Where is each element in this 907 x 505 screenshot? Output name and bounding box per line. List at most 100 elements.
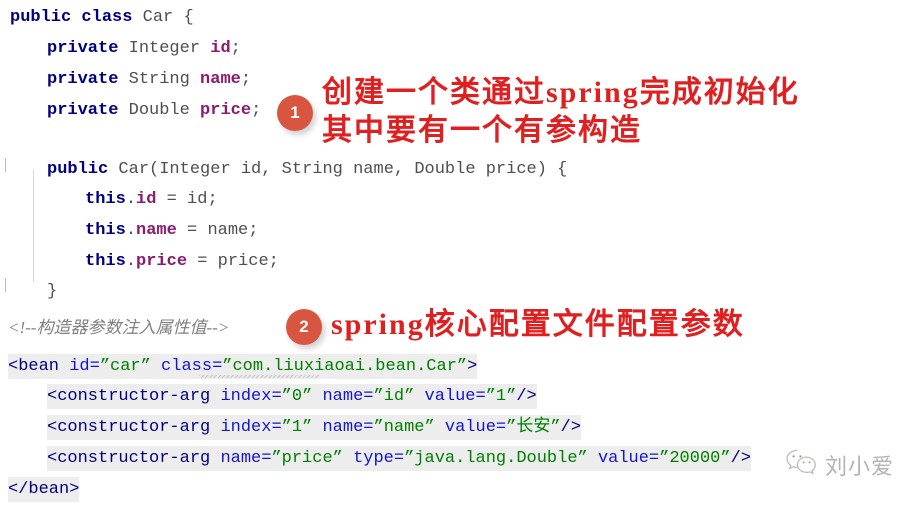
semicolon: ; bbox=[240, 70, 252, 89]
param-type-double: Double bbox=[414, 160, 476, 179]
quote: ” bbox=[99, 357, 111, 376]
annotation-text-1-line-1: 创建一个类通过spring完成初始化 bbox=[322, 76, 800, 109]
constructor-arg-tag: <constructor-arg bbox=[47, 449, 211, 468]
dot: . bbox=[125, 190, 137, 209]
equals: = bbox=[393, 449, 405, 468]
semicolon: ; bbox=[251, 101, 262, 120]
dot: . bbox=[125, 221, 137, 240]
gt: > bbox=[467, 357, 478, 376]
param-name: name bbox=[207, 221, 249, 240]
quote: ” bbox=[506, 418, 517, 437]
quote: ” bbox=[373, 418, 384, 437]
quote: ” bbox=[506, 387, 517, 406]
annotation-badge-2-number: 2 bbox=[299, 317, 309, 336]
value-changan: 长安 bbox=[516, 418, 551, 437]
attr-value: value bbox=[444, 418, 496, 437]
quote: ” bbox=[281, 387, 292, 406]
quote: ” bbox=[281, 418, 292, 437]
attr-index: index bbox=[220, 387, 272, 406]
xml-line-highlight: </bean> bbox=[8, 477, 80, 502]
annotation-text-2-line-1: spring核心配置文件配置参数 bbox=[331, 308, 745, 341]
dot: . bbox=[125, 252, 137, 271]
keyword-this: this bbox=[85, 252, 126, 271]
annotation-badge-2: 2 bbox=[286, 309, 322, 345]
watermark-text: 刘小爱 bbox=[825, 453, 895, 479]
quote: ” bbox=[404, 387, 415, 406]
quote: ” bbox=[659, 449, 670, 468]
constructor-arg-tag: <constructor-arg bbox=[47, 418, 211, 437]
type-integer: Integer bbox=[128, 39, 201, 58]
keyword-private: private bbox=[47, 70, 119, 89]
code-line-class-declaration: public class Car { bbox=[10, 8, 194, 28]
xml-line-constructor-arg-0: <constructor-arg index=”0” name=”id” val… bbox=[47, 384, 537, 409]
equals: = bbox=[648, 449, 660, 468]
indent-guide bbox=[33, 170, 34, 282]
xml-line-highlight: <constructor-arg name=”price” type=”java… bbox=[47, 446, 751, 471]
equals-sign: = bbox=[166, 190, 177, 209]
attr-type: type bbox=[353, 449, 394, 468]
field-price: price bbox=[200, 101, 252, 120]
value-index-1: 1 bbox=[291, 418, 303, 437]
code-line-field-id: private Integer id; bbox=[47, 39, 241, 59]
attr-name: name bbox=[322, 418, 364, 437]
value-name-name: name bbox=[383, 418, 425, 437]
xml-line-constructor-arg-1: <constructor-arg index=”1” name=”name” v… bbox=[47, 415, 581, 440]
class-name-car: Car bbox=[142, 8, 174, 27]
type-double: Double bbox=[128, 101, 190, 120]
field-id: id bbox=[136, 190, 157, 209]
type-string: String bbox=[128, 70, 190, 89]
param-price: price bbox=[217, 252, 269, 271]
value-index-0: 0 bbox=[291, 387, 303, 406]
code-line-field-name: private String name; bbox=[47, 70, 251, 90]
param-name: name bbox=[353, 160, 394, 179]
xml-line-highlight: <constructor-arg index=”0” name=”id” val… bbox=[47, 384, 537, 409]
annotation-text-1-line-2: 其中要有一个有参构造 bbox=[322, 114, 642, 147]
quote: ” bbox=[424, 418, 435, 437]
equals-sign: = bbox=[197, 252, 208, 271]
keyword-class: class bbox=[81, 8, 133, 27]
equals: = bbox=[261, 449, 272, 468]
quote: ” bbox=[332, 449, 343, 468]
field-price: price bbox=[136, 252, 188, 271]
semicolon: ; bbox=[230, 39, 241, 58]
comma: , bbox=[393, 160, 405, 179]
screenshot-canvas: public class Car { private Integer id; p… bbox=[0, 0, 907, 505]
keyword-private: private bbox=[47, 39, 119, 58]
equals: = bbox=[363, 387, 374, 406]
code-line-constructor-close: } bbox=[47, 282, 57, 302]
param-type-string: String bbox=[281, 160, 343, 179]
param-id: id bbox=[240, 160, 262, 179]
quote: ” bbox=[550, 418, 561, 437]
constructor-name-car: Car bbox=[118, 160, 150, 179]
value-20000: 20000 bbox=[669, 449, 721, 468]
value-1: 1 bbox=[495, 387, 507, 406]
code-fold-marker-top bbox=[5, 158, 6, 172]
equals: = bbox=[363, 418, 374, 437]
value-name-price: price bbox=[281, 449, 333, 468]
equals: = bbox=[271, 418, 282, 437]
attr-name: name bbox=[220, 449, 262, 468]
code-line-field-price: private Double price; bbox=[47, 101, 261, 121]
